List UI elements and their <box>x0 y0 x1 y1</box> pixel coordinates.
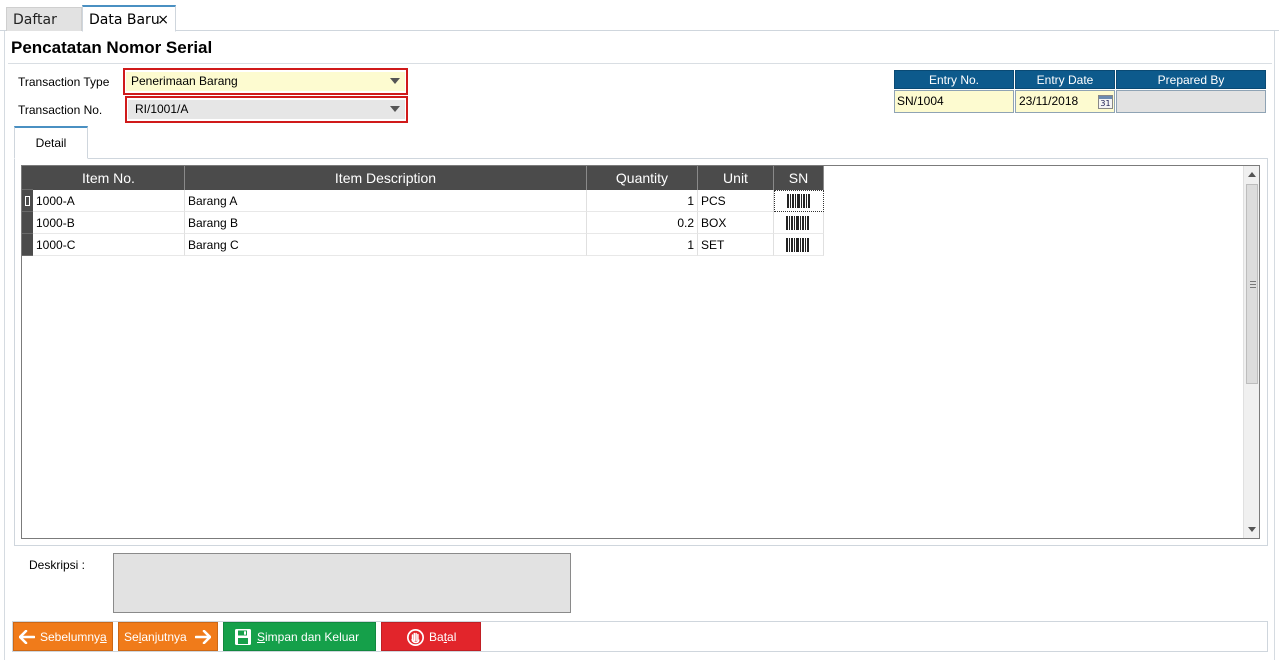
table-row-3-item-no[interactable]: 1000-C <box>33 234 185 256</box>
page-title: Pencatatan Nomor Serial <box>11 38 213 57</box>
table-row-1-quantity[interactable]: 1 <box>587 190 698 212</box>
arrow-left-icon <box>19 630 35 644</box>
table-row-2-quantity[interactable]: 0.2 <box>587 212 698 234</box>
transaction-no-label: Transaction No. <box>18 103 103 117</box>
tab-daftar-label: Daftar <box>13 12 57 28</box>
transaction-type-label: Transaction Type <box>18 75 110 89</box>
table-row-2-sn[interactable] <box>774 212 824 234</box>
tab-data-baru[interactable]: Data Baru × <box>82 5 176 32</box>
entry-no-header: Entry No. <box>894 70 1014 89</box>
row-indicator[interactable] <box>22 234 33 256</box>
table-row-3-sn[interactable] <box>774 234 824 256</box>
grid-corner <box>22 166 33 190</box>
barcode-icon[interactable] <box>786 238 810 252</box>
table-row-1-sn[interactable] <box>774 190 824 212</box>
title-divider <box>8 63 1272 64</box>
table-row-2-unit[interactable]: BOX <box>698 212 774 234</box>
table-row-3-description[interactable]: Barang C <box>185 234 587 256</box>
description-field[interactable] <box>113 553 571 613</box>
table-row-1-unit[interactable]: PCS <box>698 190 774 212</box>
col-sn[interactable]: SN <box>774 166 824 190</box>
col-unit[interactable]: Unit <box>698 166 774 190</box>
next-button[interactable]: Selanjutnya <box>118 622 218 651</box>
prepared-by-header: Prepared By <box>1116 70 1266 89</box>
chevron-down-icon[interactable] <box>390 106 400 112</box>
grip-icon <box>1250 281 1256 288</box>
previous-button-label: Sebelumnya <box>40 630 107 644</box>
entry-date-value: 23/11/2018 <box>1019 94 1079 108</box>
tab-detail[interactable]: Detail <box>14 126 88 159</box>
previous-button[interactable]: Sebelumnya <box>13 622 113 651</box>
table-row-2-item-no[interactable]: 1000-B <box>33 212 185 234</box>
col-item-description[interactable]: Item Description <box>185 166 587 190</box>
transaction-no-select[interactable]: RI/1001/A <box>125 96 408 123</box>
grid-scrollbar[interactable] <box>1243 166 1259 538</box>
entry-date-header: Entry Date <box>1015 70 1115 89</box>
chevron-down-icon[interactable] <box>390 78 400 84</box>
table-row-3-unit[interactable]: SET <box>698 234 774 256</box>
scroll-down-icon[interactable] <box>1248 527 1256 532</box>
table-row-2-description[interactable]: Barang B <box>185 212 587 234</box>
floppy-disk-icon <box>235 629 251 645</box>
calendar-icon[interactable]: 31 <box>1098 95 1113 109</box>
prepared-by-field[interactable] <box>1116 90 1266 113</box>
col-item-no[interactable]: Item No. <box>33 166 185 190</box>
transaction-type-select[interactable]: Penerimaan Barang <box>123 68 408 95</box>
scroll-up-icon[interactable] <box>1248 172 1256 177</box>
tab-bar <box>0 0 1279 31</box>
entry-no-field[interactable]: SN/1004 <box>894 90 1014 113</box>
cancel-label: Batal <box>429 630 457 644</box>
row-indicator[interactable] <box>22 212 33 234</box>
row-selector-icon <box>25 196 30 206</box>
save-and-exit-button[interactable]: Simpan dan Keluar <box>223 622 376 651</box>
description-label: Deskripsi : <box>29 558 86 572</box>
next-button-label: Selanjutnya <box>124 630 187 644</box>
table-row-3-quantity[interactable]: 1 <box>587 234 698 256</box>
table-row-1-item-no[interactable]: 1000-A <box>33 190 185 212</box>
scroll-thumb[interactable] <box>1246 184 1258 384</box>
barcode-icon[interactable] <box>787 194 811 208</box>
stop-hand-icon <box>407 629 424 646</box>
detail-grid: Item No. Item Description Quantity Unit … <box>21 165 1260 539</box>
table-row-1-description[interactable]: Barang A <box>185 190 587 212</box>
transaction-no-value: RI/1001/A <box>128 100 405 119</box>
row-indicator[interactable] <box>22 190 33 212</box>
transaction-type-value: Penerimaan Barang <box>126 72 405 91</box>
app-window: Daftar Data Baru × Pencatatan Nomor Seri… <box>0 0 1279 662</box>
cancel-button[interactable]: Batal <box>381 622 481 651</box>
tab-data-baru-label: Data Baru <box>89 12 160 28</box>
tab-daftar[interactable]: Daftar <box>6 7 82 31</box>
barcode-icon[interactable] <box>786 216 810 230</box>
arrow-right-icon <box>195 630 211 644</box>
col-quantity[interactable]: Quantity <box>587 166 698 190</box>
save-and-exit-label: Simpan dan Keluar <box>257 630 360 644</box>
close-icon[interactable]: × <box>157 7 169 33</box>
